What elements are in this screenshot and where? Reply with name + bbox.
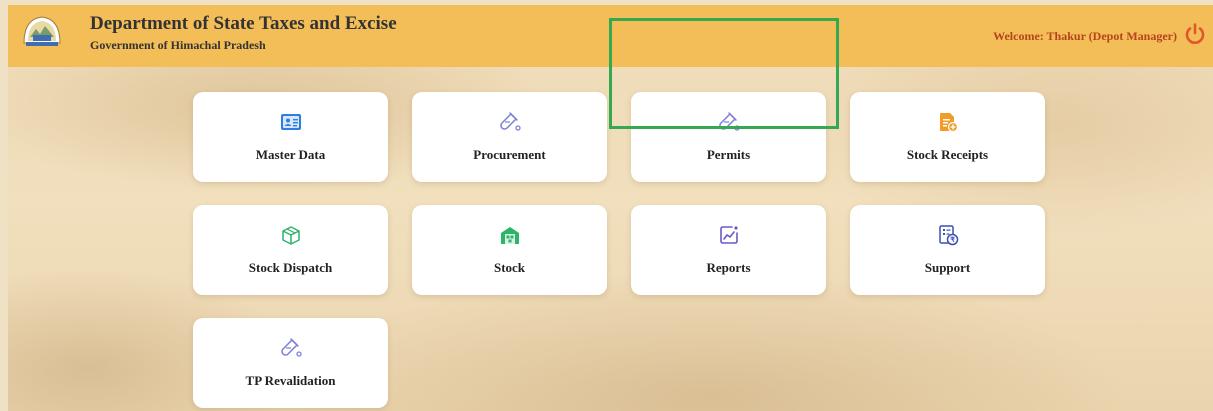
welcome-text: Welcome: Thakur (Depot Manager): [993, 29, 1177, 43]
tile-support[interactable]: Support: [850, 205, 1045, 295]
header-bar: Department of State Taxes and Excise Gov…: [8, 5, 1213, 67]
tile-procurement[interactable]: Procurement: [412, 92, 607, 182]
page-subtitle: Government of Himachal Pradesh: [90, 38, 266, 52]
tile-permits[interactable]: Permits: [631, 92, 826, 182]
test-tube-icon: [499, 112, 521, 131]
page-title: Department of State Taxes and Excise: [90, 13, 397, 34]
tile-tp-revalidation[interactable]: TP Revalidation: [193, 318, 388, 408]
tile-stock[interactable]: Stock: [412, 205, 607, 295]
rupee-document-icon: [938, 225, 958, 246]
tile-reports[interactable]: Reports: [631, 205, 826, 295]
app-window: Department of State Taxes and Excise Gov…: [0, 0, 1213, 411]
tile-label: TP Revalidation: [245, 373, 336, 388]
tile-label: Procurement: [473, 147, 546, 162]
dashboard-content: Master Data Procurement Permits Stock Re…: [8, 67, 1213, 411]
state-emblem-icon: [23, 16, 61, 46]
tile-stock-dispatch[interactable]: Stock Dispatch: [193, 205, 388, 295]
tile-label: Permits: [706, 147, 751, 162]
tile-label: Stock: [493, 260, 526, 275]
chart-report-icon: [719, 226, 738, 244]
header-titles: Department of State Taxes and Excise Gov…: [90, 13, 397, 54]
tile-master-data[interactable]: Master Data: [193, 92, 388, 182]
tile-label: Support: [924, 260, 971, 275]
test-tube-icon: [718, 112, 740, 131]
tile-label: Reports: [706, 260, 751, 275]
test-tube-icon: [280, 338, 302, 357]
tile-stock-receipts[interactable]: Stock Receipts: [850, 92, 1045, 182]
add-document-icon: [939, 113, 958, 133]
tile-label: Stock Dispatch: [248, 260, 333, 275]
tile-label: Master Data: [255, 147, 326, 162]
id-card-icon: [280, 114, 301, 130]
box-icon: [281, 226, 300, 245]
tile-label: Stock Receipts: [906, 147, 989, 162]
warehouse-icon: [500, 227, 519, 244]
power-icon[interactable]: [1183, 22, 1207, 46]
